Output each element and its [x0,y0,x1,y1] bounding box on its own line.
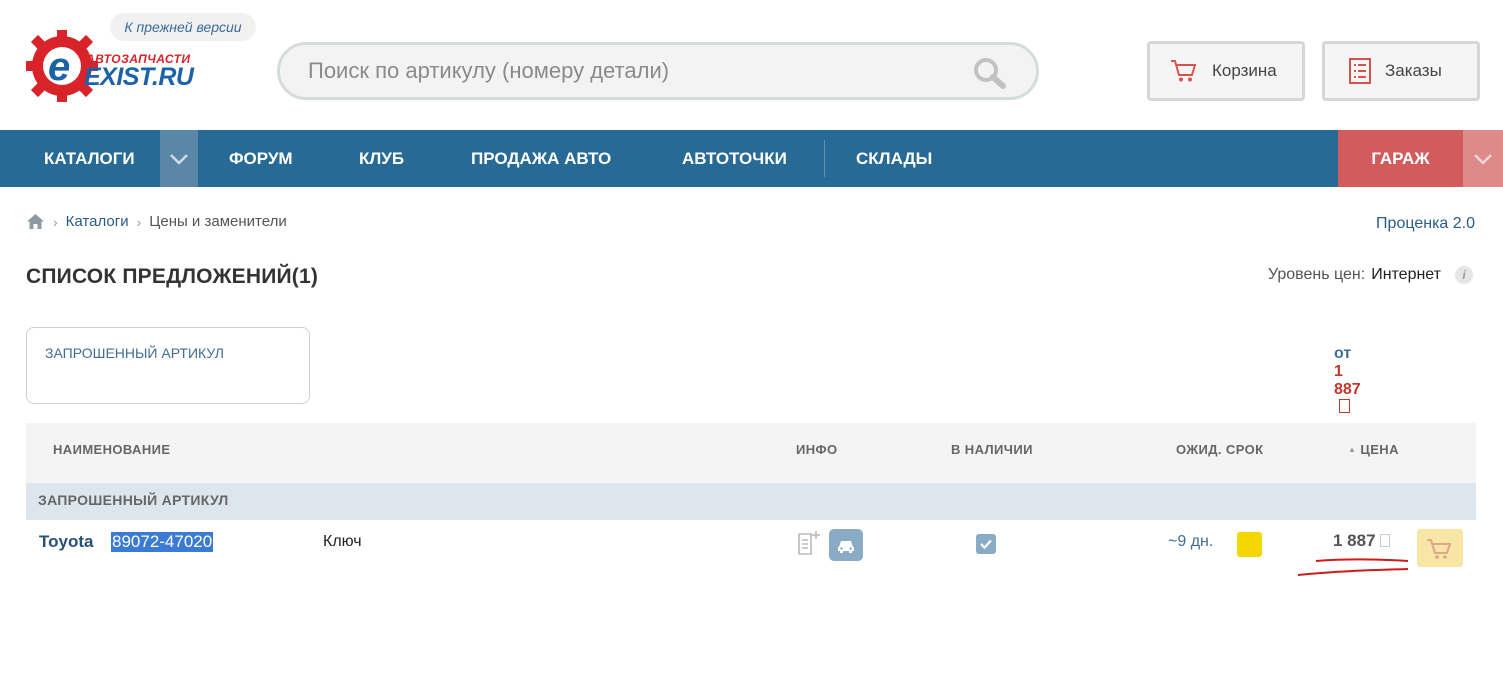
page-title: СПИСОК ПРЕДЛОЖЕНИЙ(1) [26,265,319,288]
breadcrumb-catalogs[interactable]: Каталоги [66,213,129,230]
search-bar [277,42,1039,100]
nav-car-sales[interactable]: ПРОДАЖА АВТО [471,130,611,187]
row-article[interactable]: 89072-47020 [111,532,214,552]
col-price-label: ЦЕНА [1360,442,1399,457]
col-info: ИНФО [796,442,838,457]
row-price: 1 887 [1333,531,1390,551]
sort-asc-icon: ▲ [1348,445,1357,454]
price-value: 1 887 [1334,363,1361,398]
car-applicability-button[interactable] [829,529,863,561]
breadcrumb: › Каталоги › Цены и заменители [26,213,287,230]
garage-dropdown-toggle[interactable] [1463,130,1503,187]
requested-article-card[interactable]: ЗАПРОШЕННЫЙ АРТИКУЛ от 1 887 [26,327,1361,413]
nav-garage[interactable]: ГАРАЖ [1338,130,1463,187]
checkmark-icon [980,539,992,550]
row-description: Ключ [323,533,362,550]
delivery-term-indicator [1237,532,1262,557]
currency-glyph-icon [1339,399,1350,413]
row-brand[interactable]: Toyota [39,532,93,552]
nav-autopoints[interactable]: АВТОТОЧКИ [682,130,787,187]
nav-divider [824,140,825,177]
row-delivery-term: ~9 дн. [1168,533,1214,550]
col-price[interactable]: ▲ ЦЕНА [1348,423,1399,477]
svg-text:e: e [48,45,70,89]
nav-club[interactable]: КЛУБ [359,130,404,187]
document-info-icon[interactable] [797,530,821,556]
cart-icon [1427,539,1452,559]
col-stock[interactable]: В НАЛИЧИИ [951,423,1033,477]
home-icon[interactable] [26,213,45,230]
procenka-link[interactable]: Проценка 2.0 [1376,215,1475,233]
group-label: ЗАПРОШЕННЫЙ АРТИКУЛ [38,492,229,508]
breadcrumb-separator: › [136,213,142,230]
nav-warehouses[interactable]: СКЛАДЫ [856,130,932,187]
search-input[interactable] [308,45,948,97]
red-underline-annotation [1297,558,1409,576]
nav-catalogs[interactable]: КАТАЛОГИ [44,130,135,187]
orders-button[interactable]: Заказы [1322,41,1480,101]
catalogs-dropdown-toggle[interactable] [160,130,198,187]
chevron-down-icon [1474,154,1492,165]
currency-glyph-icon [1379,534,1390,547]
nav-forum[interactable]: ФОРУМ [229,130,293,187]
table-group-header: ЗАПРОШЕННЫЙ АРТИКУЛ [26,483,1476,520]
logo-wordmark: EXIST.RU [84,63,194,91]
orders-list-icon [1349,58,1371,84]
car-icon [838,541,854,553]
orders-label: Заказы [1385,61,1442,80]
add-to-cart-button[interactable] [1417,529,1463,567]
breadcrumb-current: Цены и заменители [149,213,287,230]
requested-article-price: от 1 887 [1334,345,1361,417]
breadcrumb-separator: › [53,213,58,230]
col-term[interactable]: ОЖИД. СРОК [1176,423,1263,477]
main-nav: КАТАЛОГИ ФОРУМ КЛУБ ПРОДАЖА АВТО АВТОТОЧ… [0,130,1503,187]
in-stock-checkbox [976,534,996,554]
cart-button[interactable]: Корзина [1147,41,1305,101]
requested-article-label: ЗАПРОШЕННЫЙ АРТИКУЛ [45,345,224,361]
cart-label: Корзина [1212,61,1277,80]
table-row: Toyota 89072-47020 Ключ ~9 дн. 1 887 [26,520,1476,568]
table-header: НАИМЕНОВАНИЕ ИНФО В НАЛИЧИИ ОЖИД. СРОК ▲… [26,423,1476,483]
price-level-label: Уровень цен: [1267,266,1366,283]
price-level: Уровень цен: Интернет i [1268,266,1473,284]
cart-icon [1171,60,1197,82]
chevron-down-icon [170,154,188,165]
col-name[interactable]: НАИМЕНОВАНИЕ [53,423,170,477]
price-level-value[interactable]: Интернет [1371,266,1441,284]
search-button[interactable] [972,57,1008,89]
search-icon [974,58,1006,89]
previous-version-link[interactable]: К прежней версии [110,13,256,41]
row-price-value: 1 887 [1333,531,1376,550]
price-prefix: от [1334,345,1352,362]
info-icon[interactable]: i [1455,266,1473,284]
